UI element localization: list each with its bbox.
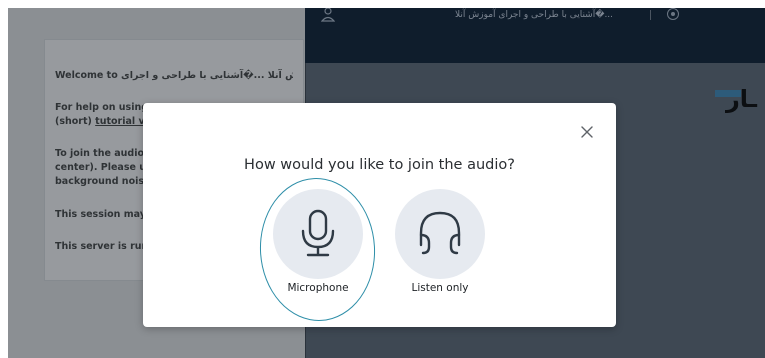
meeting-title: ...�آشنایی با طراحی و اجرای آموزش آنلا [455, 10, 614, 20]
headphones-icon [419, 211, 461, 255]
record-icon[interactable] [667, 8, 679, 20]
modal-title: How would you like to join the audio? [244, 157, 515, 173]
top-navbar: ...�آشنایی با طراحی و اجرای آموزش آنلا [305, 8, 765, 63]
presentation-slide-title: ـار [715, 85, 757, 125]
listen-only-label: Listen only [411, 282, 469, 294]
close-icon[interactable] [579, 124, 595, 140]
welcome-text: Welcome to آموزش آنلا ...�آشنایی با طراح… [55, 70, 293, 81]
slide-title-text: ـار [725, 85, 757, 113]
chat-topbar [8, 8, 305, 18]
nav-divider [650, 10, 651, 20]
user-icon[interactable] [320, 8, 336, 24]
join-audio-modal: How would you like to join the audio? Mi… [143, 103, 616, 327]
listen-only-button[interactable] [395, 189, 485, 279]
